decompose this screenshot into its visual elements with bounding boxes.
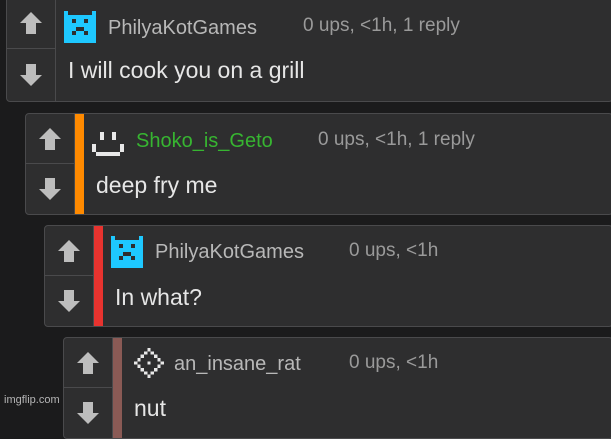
arrow-up-icon [77, 351, 99, 374]
upvote-button[interactable] [45, 226, 93, 276]
thread-accent-bar [75, 114, 84, 214]
cat-pixel-icon[interactable] [111, 236, 143, 268]
downvote-button[interactable] [7, 49, 55, 101]
downvote-button[interactable] [26, 164, 74, 214]
comment: an_insane_rat 0 ups, <1h nut [63, 337, 611, 439]
watermark: imgflip.com [4, 394, 60, 406]
upvote-button[interactable] [64, 338, 112, 388]
upvote-button[interactable] [7, 0, 55, 49]
comment-meta: 0 ups, <1h, 1 reply [318, 129, 475, 150]
comment-meta: 0 ups, <1h, 1 reply [303, 15, 460, 36]
vote-controls [7, 0, 56, 101]
vote-controls [45, 226, 94, 326]
arrow-up-icon [39, 127, 61, 150]
comment-meta: 0 ups, <1h [349, 240, 439, 261]
downvote-button[interactable] [64, 388, 112, 438]
arrow-up-icon [58, 239, 80, 262]
thread-accent-bar [94, 226, 103, 326]
comment: PhilyaKotGames 0 ups, <1h, 1 reply I wil… [6, 0, 611, 102]
username-link[interactable]: an_insane_rat [174, 353, 301, 376]
arrow-down-icon [39, 178, 61, 200]
comment: PhilyaKotGames 0 ups, <1h In what? [44, 225, 611, 327]
comment-text: I will cook you on a grill [68, 57, 305, 83]
comment: Shoko_is_Geto 0 ups, <1h, 1 reply deep f… [25, 113, 611, 215]
upvote-button[interactable] [26, 114, 74, 164]
vote-controls [64, 338, 113, 438]
comment-text: nut [134, 395, 166, 421]
thread-accent-bar [113, 338, 122, 438]
arrow-down-icon [77, 402, 99, 424]
diamond-pixel-icon[interactable] [134, 348, 164, 378]
smile-pixel-icon[interactable] [92, 128, 124, 160]
comment-text: deep fry me [96, 172, 218, 198]
cat-pixel-icon[interactable] [64, 11, 96, 43]
comment-meta: 0 ups, <1h [349, 352, 439, 373]
arrow-up-icon [20, 11, 42, 34]
username-link[interactable]: PhilyaKotGames [155, 241, 304, 264]
username-link[interactable]: PhilyaKotGames [108, 17, 257, 40]
arrow-down-icon [58, 290, 80, 312]
comment-text: In what? [115, 284, 202, 310]
username-link[interactable]: Shoko_is_Geto [136, 130, 273, 153]
arrow-down-icon [20, 64, 42, 86]
downvote-button[interactable] [45, 276, 93, 326]
vote-controls [26, 114, 75, 214]
